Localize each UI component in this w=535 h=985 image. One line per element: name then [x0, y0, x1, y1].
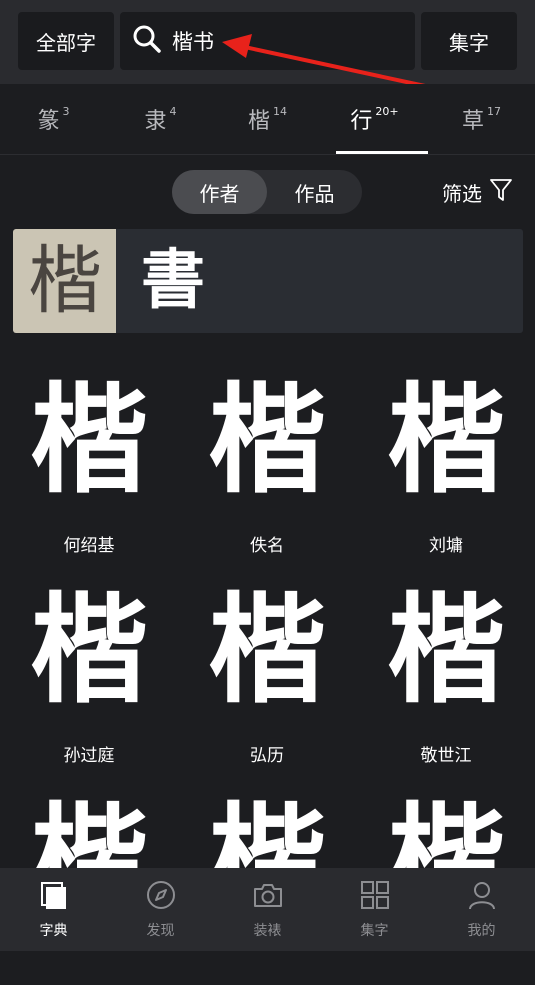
author-name: 何绍基 — [63, 536, 115, 556]
compass-icon — [146, 880, 176, 920]
search-query: 楷书 — [172, 30, 214, 54]
filter-icon — [482, 178, 512, 207]
calligraphy-glyph: 楷 — [386, 580, 505, 719]
author-name: 弘历 — [250, 746, 284, 766]
calligraphy-card[interactable]: 楷 刘墉 — [357, 355, 535, 565]
author-works-toggle: 作者 作品 — [172, 170, 362, 214]
tab-label: 隶 — [144, 109, 167, 134]
tab-clerical-script[interactable]: 隶4 — [107, 84, 214, 154]
tab-count: 17 — [487, 104, 501, 118]
tab-running-script[interactable]: 行 20+ — [321, 84, 428, 154]
calligraphy-banner[interactable]: 楷 書 — [13, 229, 523, 333]
top-bar: 全部字 楷书 集字 — [0, 0, 535, 84]
nav-me[interactable]: 我的 — [428, 868, 535, 951]
tab-regular-script[interactable]: 楷 14 — [214, 84, 321, 154]
script-style-tabs: 篆3 隶4 楷 14 行 20+ 草 17 — [0, 84, 535, 155]
tab-label: 草 — [461, 109, 484, 134]
calligraphy-card[interactable]: 楷 孙过庭 — [0, 565, 178, 775]
tab-label: 篆 — [37, 109, 60, 134]
bottom-navigation: 字典 发现 装裱 集字 我的 — [0, 868, 535, 951]
nav-label: 集字 — [360, 922, 389, 939]
tab-cursive-script[interactable]: 草 17 — [428, 84, 535, 154]
grid-icon — [360, 880, 390, 920]
author-name: 刘墉 — [429, 536, 463, 556]
search-icon — [120, 24, 172, 59]
tab-count: 14 — [273, 104, 287, 118]
tab-count: 4 — [169, 104, 177, 118]
rubbing-character: 楷 — [28, 238, 102, 324]
dictionary-icon — [39, 880, 69, 920]
all-characters-label: 全部字 — [36, 30, 96, 55]
collect-characters-label: 集字 — [449, 30, 489, 55]
author-name: 佚名 — [250, 536, 284, 556]
calligraphy-card[interactable]: 楷 敬世江 — [357, 565, 535, 775]
collect-characters-button[interactable]: 集字 — [421, 12, 517, 70]
tab-seal-script[interactable]: 篆3 — [0, 84, 107, 154]
nav-label: 装裱 — [253, 922, 282, 939]
nav-label: 字典 — [39, 922, 68, 939]
calligraphy-card[interactable]: 楷 佚名 — [178, 355, 356, 565]
calligraphy-glyph: 楷 — [386, 370, 505, 509]
calligraphy-glyph: 楷 — [207, 370, 326, 509]
user-icon — [467, 880, 497, 920]
author-name: 敬世江 — [420, 746, 472, 766]
banner-title: 書 — [141, 243, 205, 318]
all-characters-button[interactable]: 全部字 — [18, 12, 114, 70]
calligraphy-glyph: 楷 — [207, 580, 326, 719]
nav-dictionary[interactable]: 字典 — [0, 868, 107, 951]
nav-label: 我的 — [467, 922, 496, 939]
nav-discover[interactable]: 发现 — [107, 868, 214, 951]
tab-label: 楷 — [247, 109, 270, 134]
filter-label: 筛选 — [442, 182, 482, 206]
tab-count: 20+ — [375, 104, 399, 118]
calligraphy-card[interactable]: 楷 弘历 — [178, 565, 356, 775]
camera-icon — [252, 880, 284, 920]
works-segment[interactable]: 作品 — [267, 170, 362, 214]
tab-label: 行 — [350, 109, 373, 134]
search-input[interactable]: 楷书 — [120, 12, 415, 70]
nav-mounting[interactable]: 装裱 — [214, 868, 321, 951]
tab-count: 3 — [62, 104, 70, 118]
nav-label: 发现 — [146, 922, 175, 939]
calligraphy-glyph: 楷 — [29, 370, 148, 509]
filter-button[interactable]: 筛选 — [442, 178, 512, 207]
nav-collect[interactable]: 集字 — [321, 868, 428, 951]
author-segment[interactable]: 作者 — [172, 170, 267, 214]
calligraphy-glyph: 楷 — [29, 580, 148, 719]
rubbing-image: 楷 — [13, 229, 116, 333]
author-name: 孙过庭 — [63, 746, 115, 766]
calligraphy-card[interactable]: 楷 何绍基 — [0, 355, 178, 565]
